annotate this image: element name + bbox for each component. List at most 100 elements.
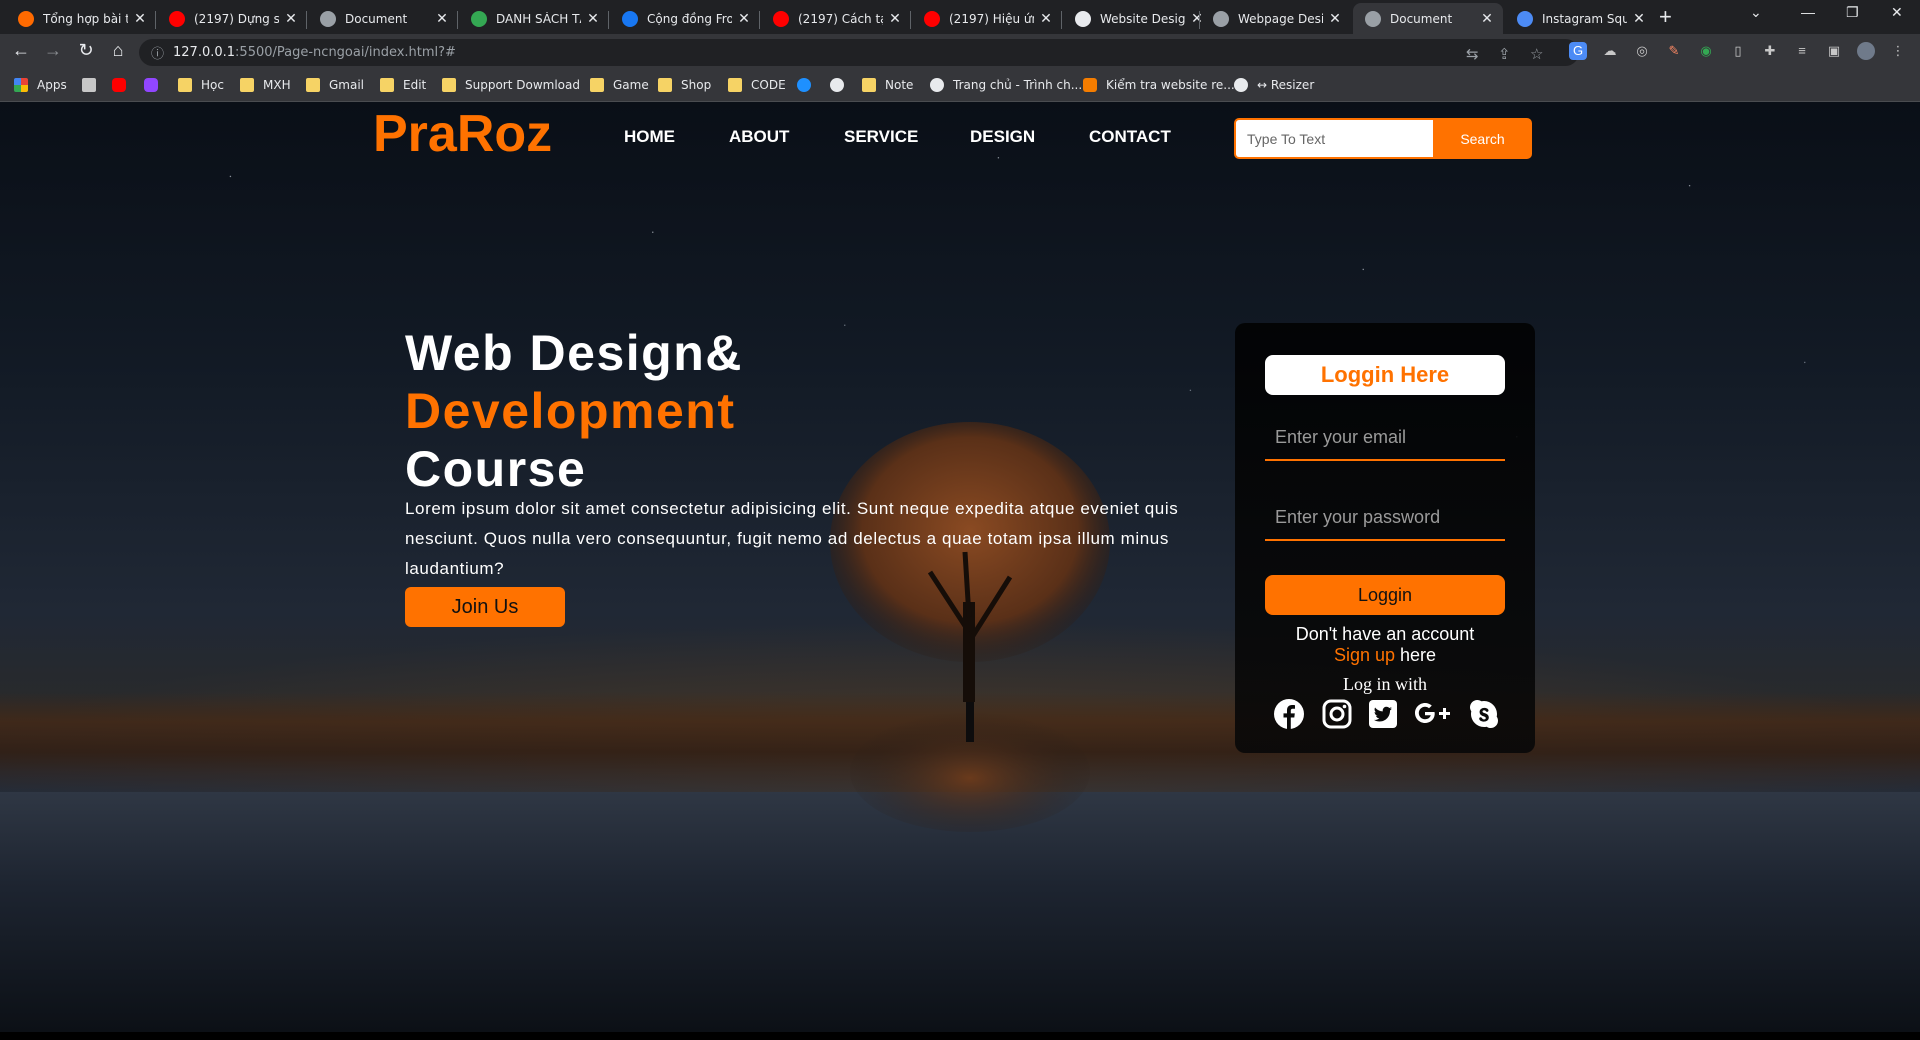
browser-tab[interactable]: Webpage Design ✕ (1201, 3, 1351, 34)
nav-about[interactable]: ABOUT (729, 127, 789, 147)
forward-button[interactable]: → (42, 40, 64, 61)
extensions-puzzle-icon[interactable]: ✚ (1761, 42, 1779, 60)
share-icon[interactable]: ⇪ (1498, 45, 1511, 63)
youtube-icon (924, 10, 940, 27)
bookmark-item[interactable]: MXH (240, 78, 291, 92)
close-tab-icon[interactable]: ✕ (736, 10, 752, 27)
browser-tab[interactable]: Document ✕ (1353, 3, 1503, 34)
bookmark-label: Gmail (329, 78, 365, 92)
bookmark-item[interactable] (144, 78, 167, 92)
extension-compass-icon[interactable]: ◎ (1633, 42, 1651, 60)
instagram-icon[interactable] (1321, 698, 1353, 730)
youtube-icon (169, 10, 185, 27)
close-tab-icon[interactable]: ✕ (585, 10, 601, 27)
browser-tab[interactable]: Tổng hợp bài tập ✕ (6, 3, 156, 34)
hero-heading-line1: Web Design& (405, 325, 743, 381)
browser-tab-title: Website Design (1100, 11, 1185, 26)
browser-tab[interactable]: Cộng đồng Front ✕ (610, 3, 760, 34)
close-tab-icon[interactable]: ✕ (283, 10, 299, 27)
translate-extension-icon[interactable]: G (1569, 42, 1587, 60)
search-button[interactable]: Search (1433, 118, 1532, 159)
browser-tab[interactable]: Website Design ✕ (1063, 3, 1213, 34)
bookmark-item[interactable]: Note (862, 78, 913, 92)
bookmark-item[interactable] (82, 78, 105, 92)
nav-design[interactable]: DESIGN (970, 127, 1035, 147)
tree-illustration (830, 422, 1110, 832)
close-tab-icon[interactable]: ✕ (132, 10, 148, 27)
bookmark-label: CODE (751, 78, 786, 92)
tab-separator (306, 11, 307, 29)
google-plus-icon[interactable] (1413, 698, 1453, 730)
tab-search-icon[interactable]: ⌄ (1750, 4, 1762, 21)
browser-tab[interactable]: (2197) Dựng source ✕ (157, 3, 307, 34)
login-button[interactable]: Loggin (1265, 575, 1505, 615)
bookmark-item[interactable]: Trang chủ - Trình ch... (930, 78, 1082, 92)
join-us-button[interactable]: Join Us (405, 587, 565, 627)
youtube-icon (112, 78, 126, 92)
search-input[interactable] (1234, 118, 1433, 159)
bookmark-item[interactable] (797, 78, 820, 92)
password-field[interactable] (1265, 495, 1505, 541)
browser-tab[interactable]: Instagram Square ✕ (1505, 3, 1655, 34)
address-bar[interactable]: ⓘ 127.0.0.1:5500/Page-ncngoai/index.html… (139, 39, 1579, 66)
browser-tab[interactable]: Document ✕ (308, 3, 458, 34)
extension-chrome-icon[interactable]: ◉ (1697, 42, 1715, 60)
extension-color-picker-icon[interactable]: ✎ (1665, 42, 1683, 60)
bookmark-star-icon[interactable]: ☆ (1530, 45, 1543, 63)
menu-kebab-icon[interactable]: ⋮ (1889, 42, 1907, 60)
new-tab-button[interactable]: + (1659, 6, 1672, 28)
bookmark-label: Game (613, 78, 649, 92)
bookmark-item[interactable]: Support Dowmload (442, 78, 580, 92)
bookmark-item[interactable]: Shop (658, 78, 711, 92)
browser-tab[interactable]: DANH SÁCH TẤT ✕ (459, 3, 609, 34)
bookmark-item[interactable]: ↔ Resizer (1234, 78, 1314, 92)
nav-contact[interactable]: CONTACT (1089, 127, 1171, 147)
bookmark-item[interactable] (830, 78, 853, 92)
minimize-button[interactable]: — (1801, 4, 1815, 20)
bookmark-item[interactable]: Kiểm tra website re... (1083, 78, 1235, 92)
browser-tab[interactable]: (2197) Cách tạo ✕ (761, 3, 911, 34)
reload-button[interactable]: ↻ (75, 40, 97, 61)
site-info-icon[interactable]: ⓘ (151, 43, 164, 62)
bookmark-item[interactable]: Gmail (306, 78, 364, 92)
close-tab-icon[interactable]: ✕ (1631, 10, 1647, 27)
extension-cloud-icon[interactable]: ☁ (1601, 42, 1619, 60)
bookmark-item[interactable] (112, 78, 135, 92)
tab-separator (1199, 11, 1200, 29)
globe-icon (1213, 10, 1229, 27)
home-button[interactable]: ⌂ (107, 40, 129, 61)
twitter-icon[interactable] (1367, 698, 1399, 730)
signup-suffix: here (1395, 645, 1437, 665)
close-tab-icon[interactable]: ✕ (1327, 10, 1343, 27)
close-window-button[interactable]: ✕ (1891, 4, 1903, 21)
signup-link[interactable]: Sign up (1334, 645, 1395, 665)
close-tab-icon[interactable]: ✕ (1038, 10, 1054, 27)
reading-list-icon[interactable]: ≡ (1793, 42, 1811, 60)
bookmark-item[interactable]: Học (178, 78, 224, 92)
flag-icon (1517, 10, 1533, 27)
facebook-icon[interactable] (1273, 698, 1305, 730)
browser-tab[interactable]: (2197) Hiệu ứng ✕ (912, 3, 1062, 34)
bookmark-label: ↔ Resizer (1257, 78, 1315, 92)
close-tab-icon[interactable]: ✕ (1479, 10, 1495, 27)
translate-icon[interactable]: ⇆ (1466, 45, 1479, 63)
skype-icon[interactable] (1468, 698, 1500, 730)
extension-phone-icon[interactable]: ▯ (1729, 42, 1747, 60)
signup-line: Sign up here (1235, 645, 1535, 666)
email-field[interactable] (1265, 415, 1505, 461)
site-logo[interactable]: PraRoz (373, 102, 552, 166)
nav-service[interactable]: SERVICE (844, 127, 918, 147)
bookmark-item[interactable]: CODE (728, 78, 786, 92)
nav-home[interactable]: HOME (624, 127, 675, 147)
back-button[interactable]: ← (10, 40, 32, 61)
close-tab-icon[interactable]: ✕ (434, 10, 450, 27)
bookmark-item[interactable]: Edit (380, 78, 426, 92)
profile-avatar[interactable] (1857, 42, 1875, 60)
bookmark-item[interactable]: Apps (14, 78, 67, 92)
no-account-text: Don't have an account (1295, 624, 1475, 644)
bookmark-item[interactable]: Game (590, 78, 649, 92)
close-tab-icon[interactable]: ✕ (887, 10, 903, 27)
restore-button[interactable]: ❐ (1846, 4, 1859, 21)
side-panel-icon[interactable]: ▣ (1825, 42, 1843, 60)
bookmark-label: MXH (263, 78, 291, 92)
